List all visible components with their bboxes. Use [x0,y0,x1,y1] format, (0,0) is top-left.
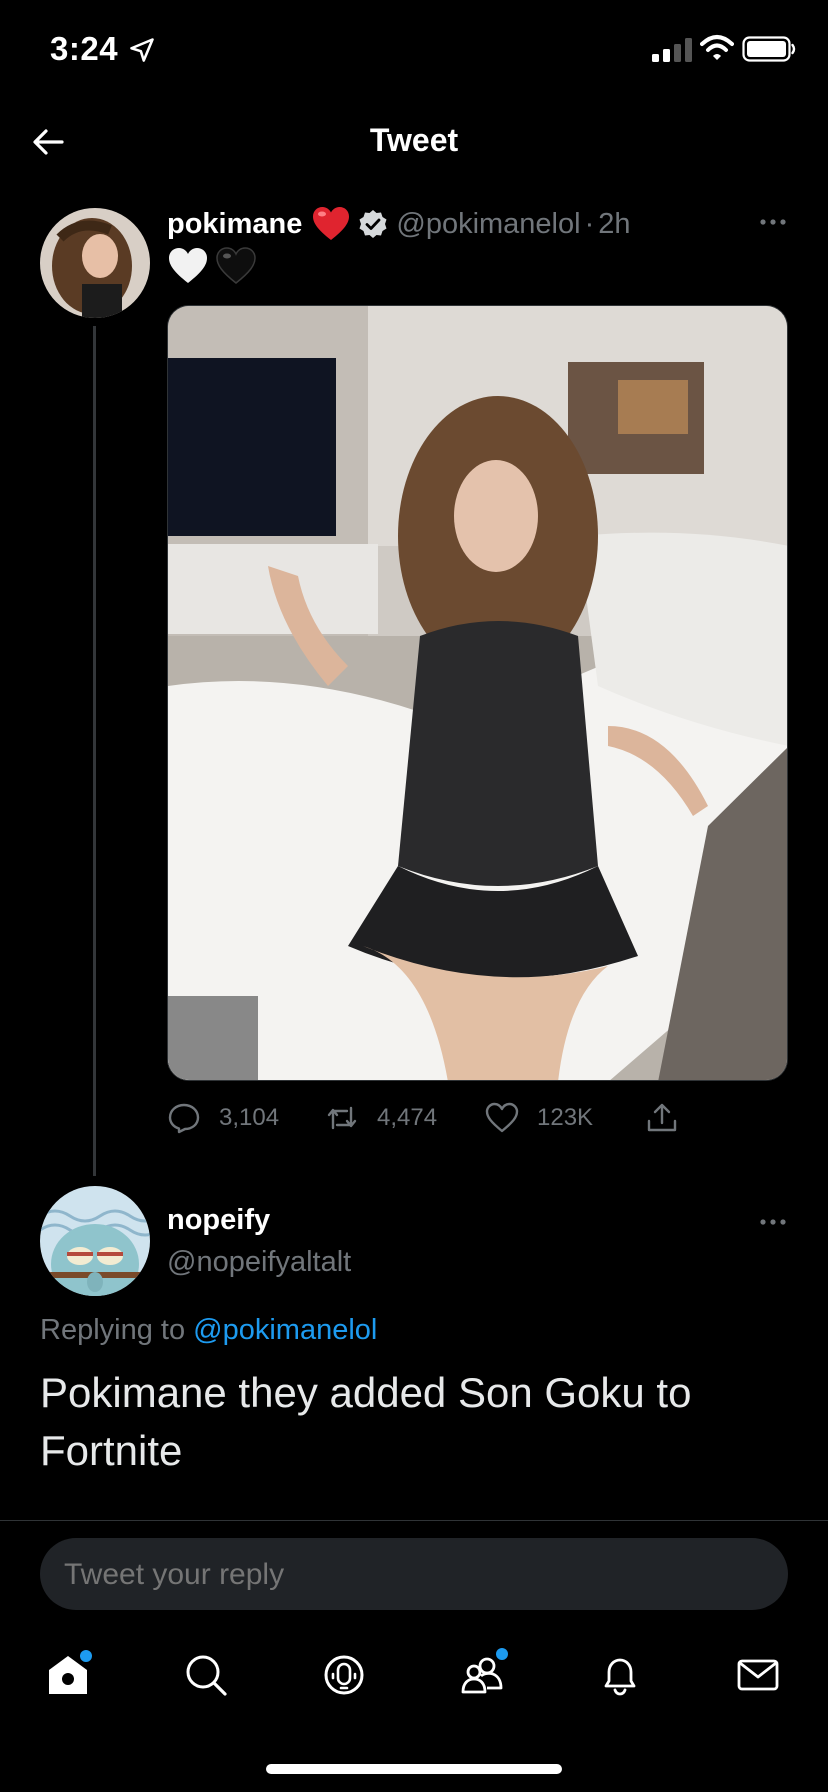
notifications-bell-icon [604,1658,636,1696]
reply-author-avatar[interactable] [40,1186,150,1296]
tweet-actions: 3,104 4,474 123K [167,1098,707,1138]
replying-to-line: Replying to @pokimanelol [40,1314,377,1347]
thread-connector-line [93,326,96,1176]
location-arrow-icon [130,38,154,62]
reply-count: 3,104 [219,1104,280,1131]
spaces-icon [324,1655,364,1695]
reply-author-display-name[interactable]: nopeify [167,1204,270,1237]
red-heart-emoji [313,207,350,240]
composer-divider [0,1520,828,1521]
battery-icon [742,36,796,62]
home-notification-dot [80,1650,92,1662]
messages-envelope-icon [737,1659,779,1691]
tab-home[interactable] [38,1640,98,1710]
replying-to-mention-link[interactable]: @pokimanelol [193,1314,377,1346]
reply-action[interactable]: 3,104 [167,1098,279,1138]
tab-spaces[interactable] [314,1640,374,1710]
author-avatar[interactable] [40,208,150,318]
retweet-icon [327,1106,357,1130]
retweet-count: 4,474 [377,1104,438,1131]
cell-signal-icon [652,38,692,62]
retweet-action[interactable]: 4,474 [325,1098,437,1138]
tweet-photo[interactable] [167,305,788,1081]
home-indicator[interactable] [266,1764,562,1774]
tab-messages[interactable] [728,1640,788,1710]
black-heart-emoji [216,247,256,284]
tab-search[interactable] [176,1640,236,1710]
status-bar: 3:24 [0,0,828,100]
like-count: 123K [537,1104,594,1131]
tweet-header: pokimane @pokimanelol · 2h [167,204,631,244]
verified-badge-icon [359,210,387,238]
tweet-text-emojis [167,246,257,286]
separator-dot: · [584,207,595,240]
more-options-icon[interactable] [758,210,788,234]
replying-to-label: Replying to [40,1314,186,1346]
bottom-tab-bar [0,1640,828,1710]
like-heart-icon [485,1102,519,1133]
tweet-detail-screen: 3:24 Tweet pokimane @pokimanelol · 2h 3,… [0,0,828,1792]
tab-communities[interactable] [452,1640,512,1710]
reply-author-handle[interactable]: @nopeifyaltalt [167,1246,351,1279]
author-handle[interactable]: @pokimanelol [396,208,580,241]
status-time: 3:24 [50,30,119,67]
white-heart-emoji [169,248,207,283]
author-display-name[interactable]: pokimane [167,208,302,241]
search-icon [186,1655,227,1696]
share-icon [647,1103,677,1132]
reply-more-options-icon[interactable] [758,1210,788,1234]
reply-composer[interactable] [40,1538,788,1610]
top-navigation-bar: Tweet [0,100,828,184]
reply-icon [168,1103,200,1134]
communities-notification-dot [496,1648,508,1660]
reply-tweet-text: Pokimane they added Son Goku to Fortnite [40,1369,692,1474]
page-title: Tweet [369,122,459,158]
tweet-time: 2h [598,207,631,240]
reply-input[interactable] [64,1558,744,1592]
wifi-icon [700,35,734,60]
share-action[interactable] [645,1098,679,1138]
tab-notifications[interactable] [590,1640,650,1710]
like-action[interactable]: 123K [485,1098,593,1138]
